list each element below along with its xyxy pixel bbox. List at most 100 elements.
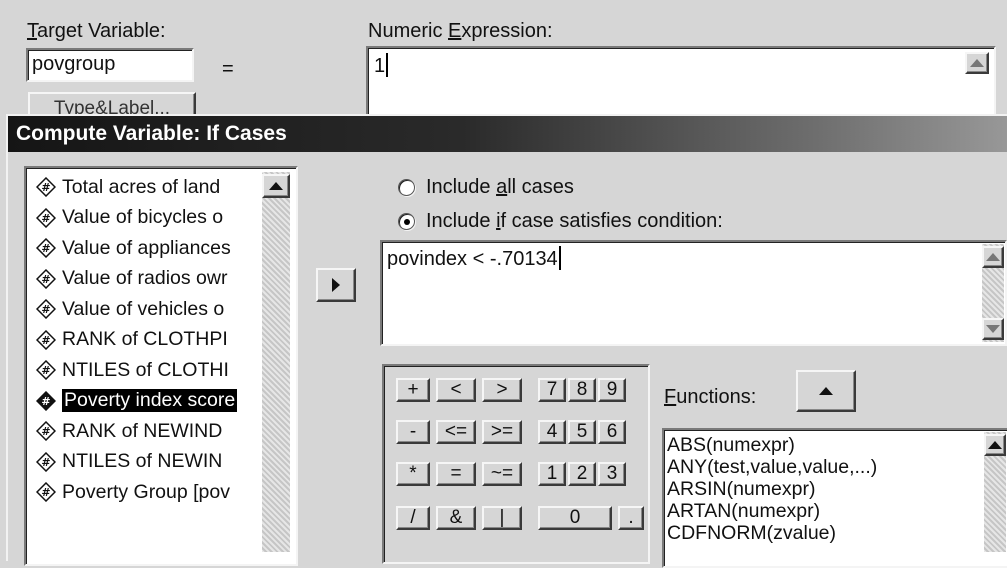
keypad-key[interactable]: = — [436, 462, 476, 486]
svg-text:#: # — [41, 364, 50, 377]
scroll-down-icon — [986, 325, 1000, 333]
scroll-up-icon — [986, 253, 1000, 261]
variable-list-item[interactable]: # Value of vehicles o — [30, 294, 292, 325]
keypad-key[interactable]: <= — [436, 420, 476, 444]
keypad-key[interactable]: < — [436, 378, 476, 402]
keypad-key[interactable]: 2 — [568, 462, 596, 486]
variable-label: Value of vehicles o — [62, 297, 225, 320]
svg-text:#: # — [41, 181, 50, 194]
variable-list-scroll-up[interactable] — [262, 174, 290, 198]
radio-button[interactable] — [398, 179, 415, 196]
radio-include-all[interactable]: Include all cases — [398, 176, 574, 199]
variable-label: NTILES of CLOTHI — [62, 358, 229, 381]
function-list-item[interactable]: ARTAN(numexpr) — [664, 500, 1007, 522]
keypad-key[interactable]: > — [482, 378, 522, 402]
variable-label: Total acres of land — [62, 175, 221, 198]
up-arrow-icon — [819, 387, 833, 395]
svg-text:#: # — [41, 212, 50, 225]
variable-list-item[interactable]: # Poverty index score — [30, 386, 292, 417]
variable-list-item[interactable]: # Value of appliances — [30, 233, 292, 264]
keypad-key[interactable]: 4 — [538, 420, 566, 444]
functions-label: Functions: — [664, 386, 757, 408]
target-variable-input[interactable]: povgroup — [26, 48, 194, 82]
right-arrow-icon — [332, 278, 340, 292]
variable-label: NTILES of NEWIN — [62, 450, 223, 473]
radio-include-if[interactable]: Include if case satisfies condition: — [398, 210, 723, 233]
function-insert-button[interactable] — [796, 370, 856, 412]
keypad-key[interactable]: 9 — [598, 378, 626, 402]
function-list-item[interactable]: CDFNORM(zvalue) — [664, 522, 1007, 544]
move-variable-button[interactable] — [316, 268, 356, 302]
functions-scroll-up[interactable] — [984, 434, 1006, 456]
variable-list-item[interactable]: # Total acres of land — [30, 172, 292, 203]
numeric-variable-icon: # — [36, 207, 56, 228]
keypad-key[interactable]: & — [436, 506, 476, 530]
keypad-key[interactable]: 7 — [538, 378, 566, 402]
keypad-key-zero[interactable]: 0 — [538, 506, 612, 530]
dialog-title: Compute Variable: If Cases — [16, 122, 287, 145]
condition-scroll-down[interactable] — [982, 318, 1004, 340]
variable-label: Value of appliances — [62, 236, 231, 259]
keypad-key[interactable]: * — [396, 462, 430, 486]
variable-label: RANK of NEWIND — [62, 419, 223, 442]
keypad-key[interactable]: 3 — [598, 462, 626, 486]
keypad-key[interactable]: - — [396, 420, 430, 444]
scroll-up-icon — [269, 182, 283, 190]
dialog-titlebar[interactable]: Compute Variable: If Cases — [8, 116, 1007, 152]
function-list-item[interactable]: ABS(numexpr) — [664, 434, 1007, 456]
keypad-key[interactable]: / — [396, 506, 430, 530]
keypad-key[interactable]: 6 — [598, 420, 626, 444]
variable-list[interactable]: # Total acres of land # Value of bicycles o… — [30, 172, 292, 562]
variable-list-item[interactable]: # NTILES of NEWIN — [30, 447, 292, 478]
variable-list-item[interactable]: # Value of bicycles o — [30, 203, 292, 234]
numeric-variable-icon: # — [36, 238, 56, 259]
text-caret — [558, 246, 561, 270]
svg-text:#: # — [41, 395, 50, 408]
keypad-key[interactable]: 1 — [538, 462, 566, 486]
target-variable-label: Target Variable: — [27, 20, 166, 42]
svg-text:#: # — [41, 334, 50, 347]
svg-text:#: # — [41, 303, 50, 316]
function-list-item[interactable]: ANY(test,value,value,...) — [664, 456, 1007, 478]
scroll-up-icon — [970, 59, 984, 67]
radio-button-selected[interactable] — [398, 213, 415, 230]
variable-label: Poverty index score — [60, 388, 239, 414]
keypad-key[interactable]: | — [482, 506, 522, 530]
variable-list-item[interactable]: # RANK of NEWIND — [30, 416, 292, 447]
variable-label: Value of radios owr — [62, 267, 228, 290]
numeric-variable-icon: # — [36, 360, 56, 381]
variable-label: RANK of CLOTHPI — [62, 328, 228, 351]
svg-text:#: # — [41, 456, 50, 469]
keypad-key[interactable]: 8 — [568, 378, 596, 402]
radio-include-if-label: Include if case satisfies condition: — [426, 210, 723, 232]
numeric-variable-icon: # — [36, 177, 56, 198]
keypad-key[interactable]: ~= — [482, 462, 522, 486]
function-list-item[interactable]: ARSIN(numexpr) — [664, 478, 1007, 500]
numeric-variable-icon: # — [36, 329, 56, 350]
svg-text:#: # — [41, 486, 50, 499]
keypad-key-decimal[interactable]: . — [618, 506, 644, 530]
text-caret — [386, 53, 389, 77]
condition-input[interactable]: povindex < -.70134 — [380, 240, 1007, 346]
condition-scroll-up[interactable] — [982, 246, 1004, 268]
functions-list[interactable]: ABS(numexpr) ANY(test,value,value,...) ARS… — [662, 428, 1007, 568]
variable-label: Poverty Group [pov — [62, 480, 230, 503]
keypad-key[interactable]: + — [396, 378, 430, 402]
numeric-variable-icon: # — [36, 451, 56, 472]
keypad-key[interactable]: >= — [482, 420, 522, 444]
numeric-expression-label: Numeric Expression: — [368, 20, 553, 42]
svg-text:#: # — [41, 273, 50, 286]
keypad-key[interactable]: 5 — [568, 420, 596, 444]
radio-include-all-label: Include all cases — [426, 176, 574, 198]
svg-text:#: # — [41, 242, 50, 255]
variable-list-item[interactable]: # Poverty Group [pov — [30, 477, 292, 508]
variable-list-scrollbar[interactable] — [262, 172, 290, 552]
equals-sign: = — [222, 58, 234, 80]
variable-list-item[interactable]: # RANK of CLOTHPI — [30, 325, 292, 356]
numeric-variable-icon: # — [36, 421, 56, 442]
variable-list-item[interactable]: # Value of radios owr — [30, 264, 292, 295]
variable-list-item[interactable]: # NTILES of CLOTHI — [30, 355, 292, 386]
numeric-variable-icon: # — [36, 390, 56, 411]
scroll-up-icon — [988, 441, 1002, 449]
expression-scroll-up-button[interactable] — [965, 52, 989, 74]
